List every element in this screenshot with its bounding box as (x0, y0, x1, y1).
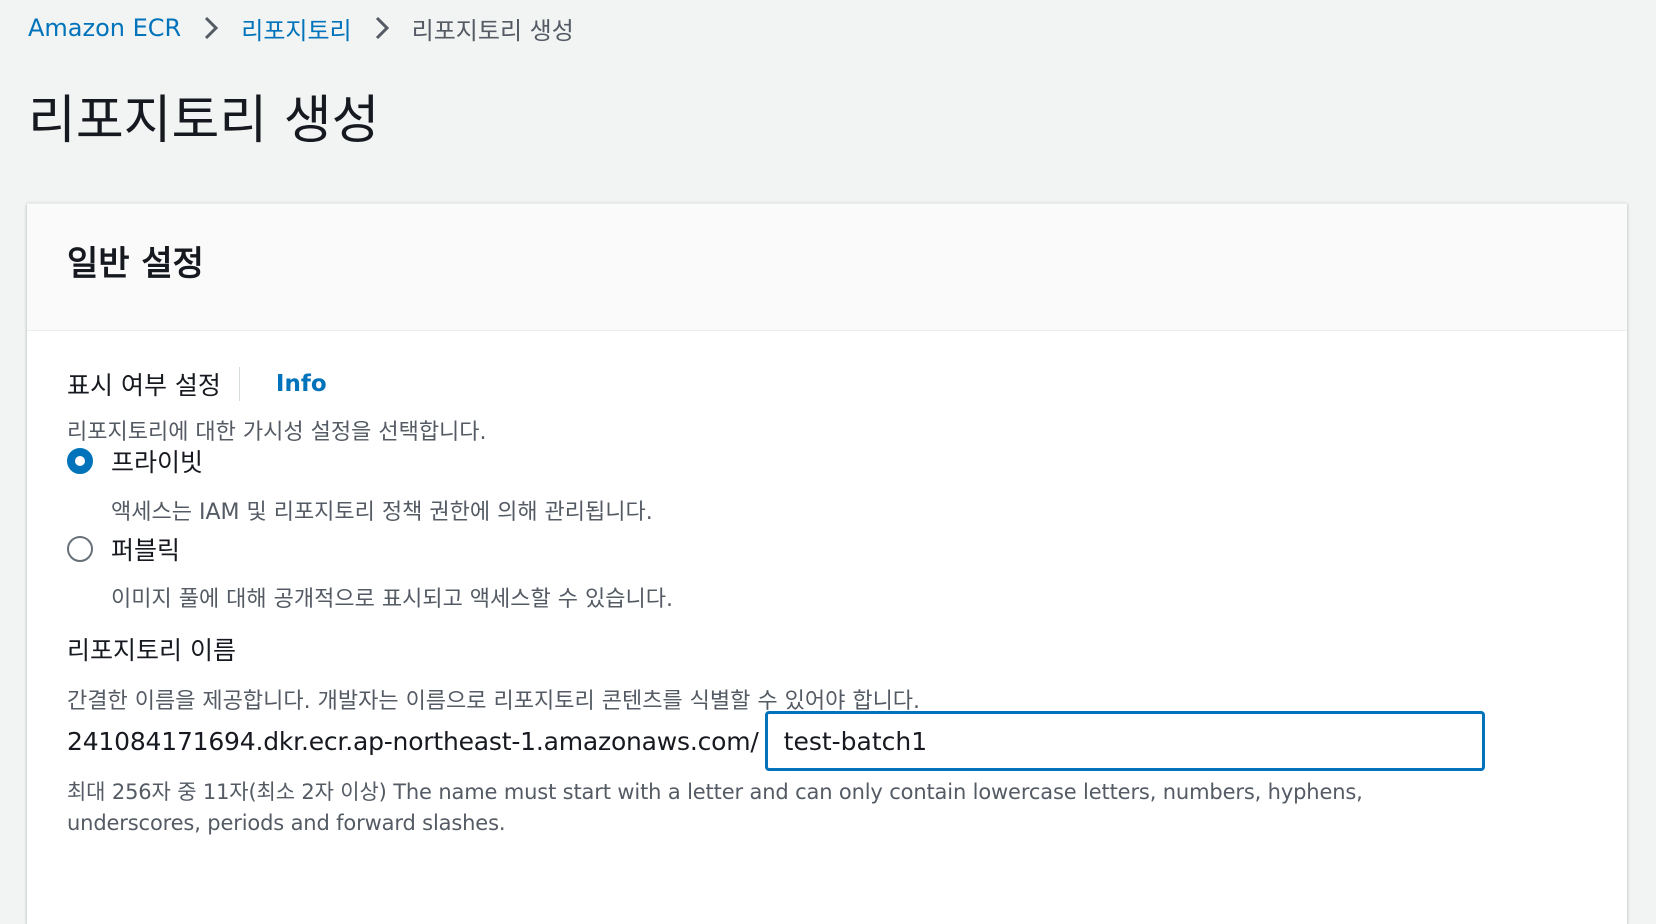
breadcrumb: Amazon ECR 리포지토리 리포지토리 생성 (28, 10, 574, 46)
repo-uri-row: 241084171694.dkr.ecr.ap-northeast-1.amaz… (67, 711, 1485, 771)
radio-option-private[interactable]: 프라이빗 (67, 441, 203, 481)
repo-name-constraint: 최대 256자 중 11자(최소 2자 이상) The name must st… (67, 780, 1363, 835)
repo-uri-prefix: 241084171694.dkr.ecr.ap-northeast-1.amaz… (67, 726, 759, 756)
radio-label-public: 퍼블릭 (111, 536, 181, 565)
breadcrumb-current: 리포지토리 생성 (411, 16, 574, 45)
private-description: 액세스는 IAM 및 리포지토리 정책 권한에 의해 관리됩니다. (111, 500, 653, 525)
page-title: 리포지토리 생성 (28, 91, 380, 151)
panel-title: 일반 설정 (67, 244, 204, 284)
repo-name-input[interactable] (764, 711, 1485, 771)
chevron-right-icon (181, 10, 241, 46)
radio-button-public[interactable] (67, 536, 93, 562)
chevron-right-icon (352, 10, 412, 46)
radio-label-private: 프라이빗 (111, 448, 204, 477)
panel-header: 일반 설정 (27, 204, 1627, 331)
repo-name-label: 리포지토리 이름 (67, 636, 236, 665)
general-settings-panel: 일반 설정 표시 여부 설정 Info 리포지토리에 대한 가시성 설정을 선택… (27, 203, 1627, 924)
visibility-label: 표시 여부 설정 (67, 371, 221, 400)
breadcrumb-link-repositories[interactable]: 리포지토리 (241, 11, 351, 46)
radio-button-private[interactable] (67, 448, 93, 474)
radio-option-public[interactable]: 퍼블릭 (67, 529, 180, 569)
visibility-label-row: 표시 여부 설정 Info (67, 364, 327, 404)
info-link[interactable]: Info (276, 371, 327, 397)
public-description: 이미지 풀에 대해 공개적으로 표시되고 액세스할 수 있습니다. (111, 587, 673, 612)
label-divider (238, 367, 240, 401)
breadcrumb-link-amazon-ecr[interactable]: Amazon ECR (28, 14, 181, 42)
